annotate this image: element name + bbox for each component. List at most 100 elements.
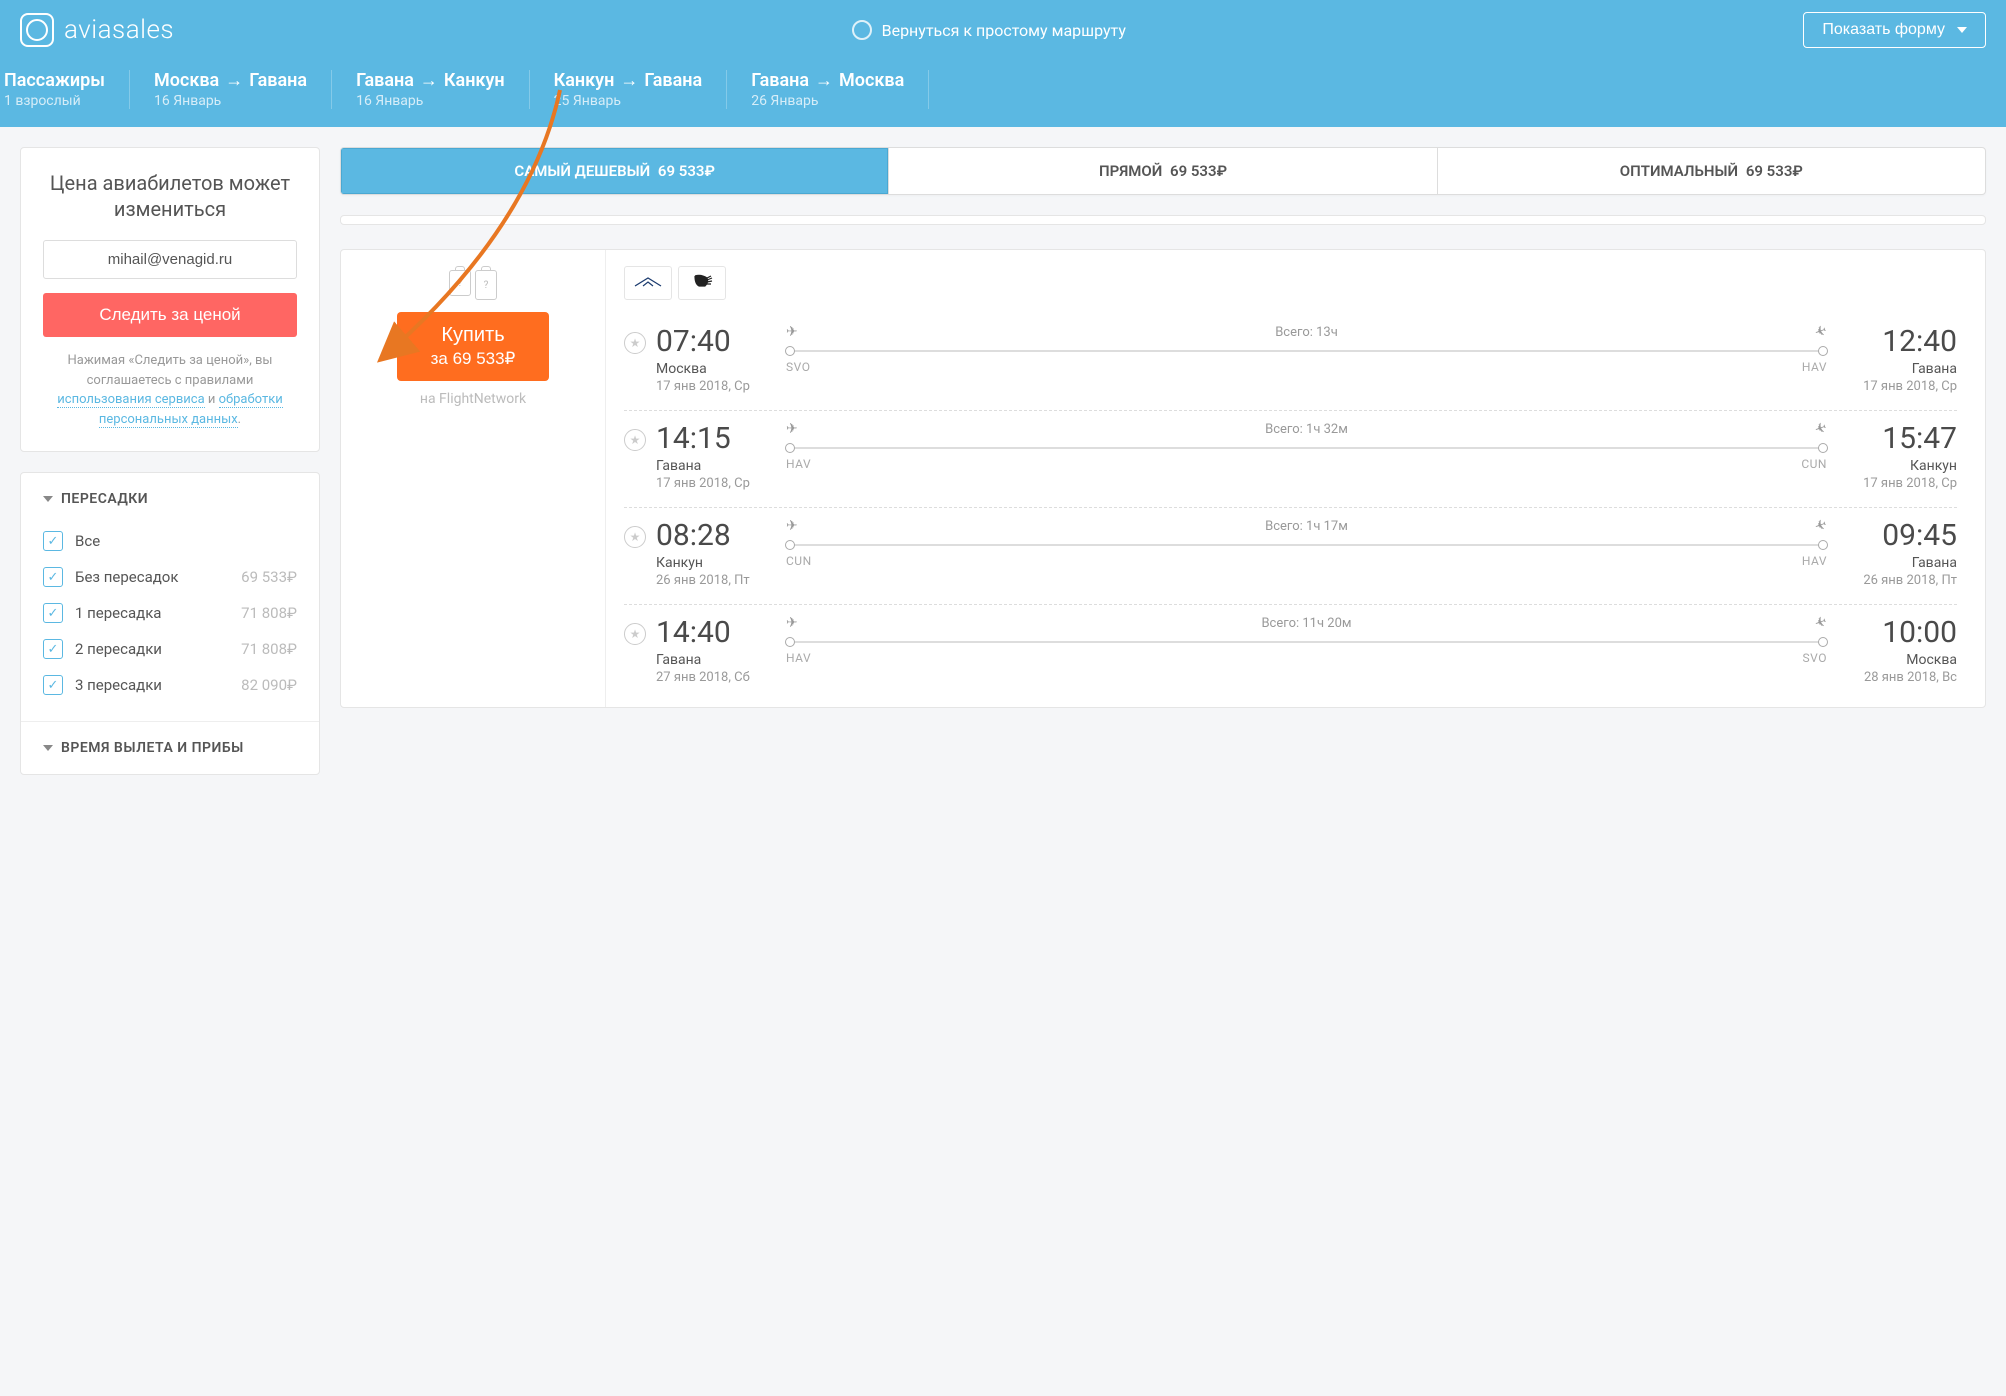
arrival-city: Канкун [1837,458,1957,474]
route-track [786,350,1827,352]
email-input[interactable] [43,240,297,279]
buy-button[interactable]: Купить за 69 533₽ [397,312,550,381]
airline-logo-aeromexico [678,266,726,300]
ticket-card: ? ? Купить за 69 533₽ на FlightNetwork [340,249,1986,708]
chevron-down-icon [43,496,53,502]
filter-label: 3 пересадки [75,676,241,694]
plane-takeoff-icon: ✈ [786,615,798,631]
tab-optimal[interactable]: ОПТИМАЛЬНЫЙ 69 533₽ [1438,148,1985,194]
filter-price: 82 090₽ [241,676,297,694]
flight-segment: ★ 08:28 Канкун 26 янв 2018, Пт ✈ Всего: … [624,508,1957,605]
filter-option[interactable]: ✓ 1 пересадка 71 808₽ [43,595,297,631]
pin-icon[interactable]: ★ [624,429,646,451]
pin-icon[interactable]: ★ [624,526,646,548]
departure-city: Канкун [656,555,776,571]
logo[interactable]: aviasales [20,13,174,47]
tab-price: 69 533₽ [1746,162,1803,180]
plane-takeoff-icon: ✈ [786,421,798,437]
disclaimer-text: Нажимая «Следить за ценой», вы соглашает… [67,353,272,388]
route-leg[interactable]: Канкун→Гавана 25 Январь [530,70,728,109]
track-price-button[interactable]: Следить за ценой [43,293,297,337]
arrival-time: 09:45 [1837,518,1957,553]
departure-filter[interactable]: ВРЕМЯ ВЫЛЕТА И ПРИБЫ [21,722,319,774]
show-form-button[interactable]: Показать форму [1803,12,1986,48]
flight-segment: ★ 14:15 Гавана 17 янв 2018, Ср ✈ Всего: … [624,411,1957,508]
checkbox-icon[interactable]: ✓ [43,675,63,695]
route-track [786,544,1827,546]
departure-code: HAV [786,457,811,471]
flight-segment: ★ 14:40 Гавана 27 янв 2018, Сб ✈ Всего: … [624,605,1957,701]
filter-label: Без пересадок [75,568,241,586]
filter-option[interactable]: ✓ Без пересадок 69 533₽ [43,559,297,595]
filter-label: 1 пересадка [75,604,241,622]
duration: Всего: 1ч 32м [1265,422,1348,437]
subscribe-disclaimer: Нажимая «Следить за ценой», вы соглашает… [43,351,297,429]
transfers-filter[interactable]: ПЕРЕСАДКИ ✓ Все ✓ Без пересадок 69 533₽✓… [21,473,319,721]
simple-route-link[interactable]: Вернуться к простому маршруту [174,20,1803,40]
route-leg[interactable]: Гавана→Москва 26 Январь [727,70,929,109]
arrival-city: Гавана [1837,555,1957,571]
disclaimer-text: . [238,412,241,427]
buy-label: Купить [431,324,516,347]
checkbox-icon[interactable]: ✓ [43,639,63,659]
departure-code: SVO [786,360,810,374]
checkbox-icon[interactable]: ✓ [43,567,63,587]
leg-to: Канкун [444,70,505,91]
terms-link[interactable]: использования сервиса [57,392,204,408]
route-leg[interactable]: Гавана→Канкун 16 Январь [332,70,530,109]
leg-date: 25 Январь [554,93,703,109]
pin-icon[interactable]: ★ [624,623,646,645]
departure-city: Гавана [656,458,776,474]
show-form-label: Показать форму [1822,21,1945,39]
departure-time: 07:40 [656,324,776,359]
tab-label: ПРЯМОЙ [1099,162,1162,180]
pin-icon[interactable]: ★ [624,332,646,354]
plane-landing-icon: ✈ [1813,613,1829,632]
leg-from: Гавана [751,70,809,91]
checkbox-icon[interactable]: ✓ [43,603,63,623]
filter-option[interactable]: ✓ 3 пересадки 82 090₽ [43,667,297,703]
filter-option[interactable]: ✓ Все [43,523,297,559]
tab-price: 69 533₽ [1170,162,1227,180]
tab-cheapest[interactable]: САМЫЙ ДЕШЕВЫЙ 69 533₽ [341,148,889,194]
progress-bar [340,215,1986,225]
carry-on-icon: ? [449,270,471,296]
chevron-down-icon [1957,27,1967,33]
filter-option[interactable]: ✓ 2 пересадки 71 808₽ [43,631,297,667]
tab-direct[interactable]: ПРЯМОЙ 69 533₽ [889,148,1437,194]
passengers-block[interactable]: Пассажиры 1 взрослый [0,70,130,109]
arrival-date: 28 янв 2018, Вс [1837,670,1957,685]
filter-price: 71 808₽ [241,640,297,658]
leg-date: 16 Январь [154,93,307,109]
leg-from: Канкун [554,70,615,91]
departure-date: 17 янв 2018, Ср [656,379,776,394]
baggage-icons: ? ? [361,270,585,300]
departure-time: 08:28 [656,518,776,553]
departure-date: 17 янв 2018, Ср [656,476,776,491]
sort-tabs: САМЫЙ ДЕШЕВЫЙ 69 533₽ ПРЯМОЙ 69 533₽ ОПТ… [340,147,1986,195]
plane-takeoff-icon: ✈ [786,324,798,340]
leg-to: Гавана [249,70,307,91]
flight-segment: ★ 07:40 Москва 17 янв 2018, Ср ✈ Всего: … [624,314,1957,411]
duration: Всего: 13ч [1275,325,1338,340]
arrival-city: Гавана [1837,361,1957,377]
filter-label: 2 пересадки [75,640,241,658]
departure-time: 14:15 [656,421,776,456]
airline-logo-aeroflot [624,266,672,300]
arrival-date: 17 янв 2018, Ср [1837,379,1957,394]
route-track [786,641,1827,643]
tab-label: САМЫЙ ДЕШЕВЫЙ [514,162,650,180]
filter-label: Все [75,532,297,550]
arrival-code: HAV [1802,554,1827,568]
plane-takeoff-icon: ✈ [786,518,798,534]
arrival-code: SVO [1803,651,1827,665]
route-leg[interactable]: Москва→Гавана 16 Январь [130,70,332,109]
checkbox-icon[interactable]: ✓ [43,531,63,551]
leg-to: Гавана [644,70,702,91]
tab-label: ОПТИМАЛЬНЫЙ [1620,162,1738,180]
disclaimer-text: и [205,392,219,407]
airline-logos [624,266,1957,300]
departure-city: Гавана [656,652,776,668]
departure-code: CUN [786,554,812,568]
leg-from: Гавана [356,70,414,91]
